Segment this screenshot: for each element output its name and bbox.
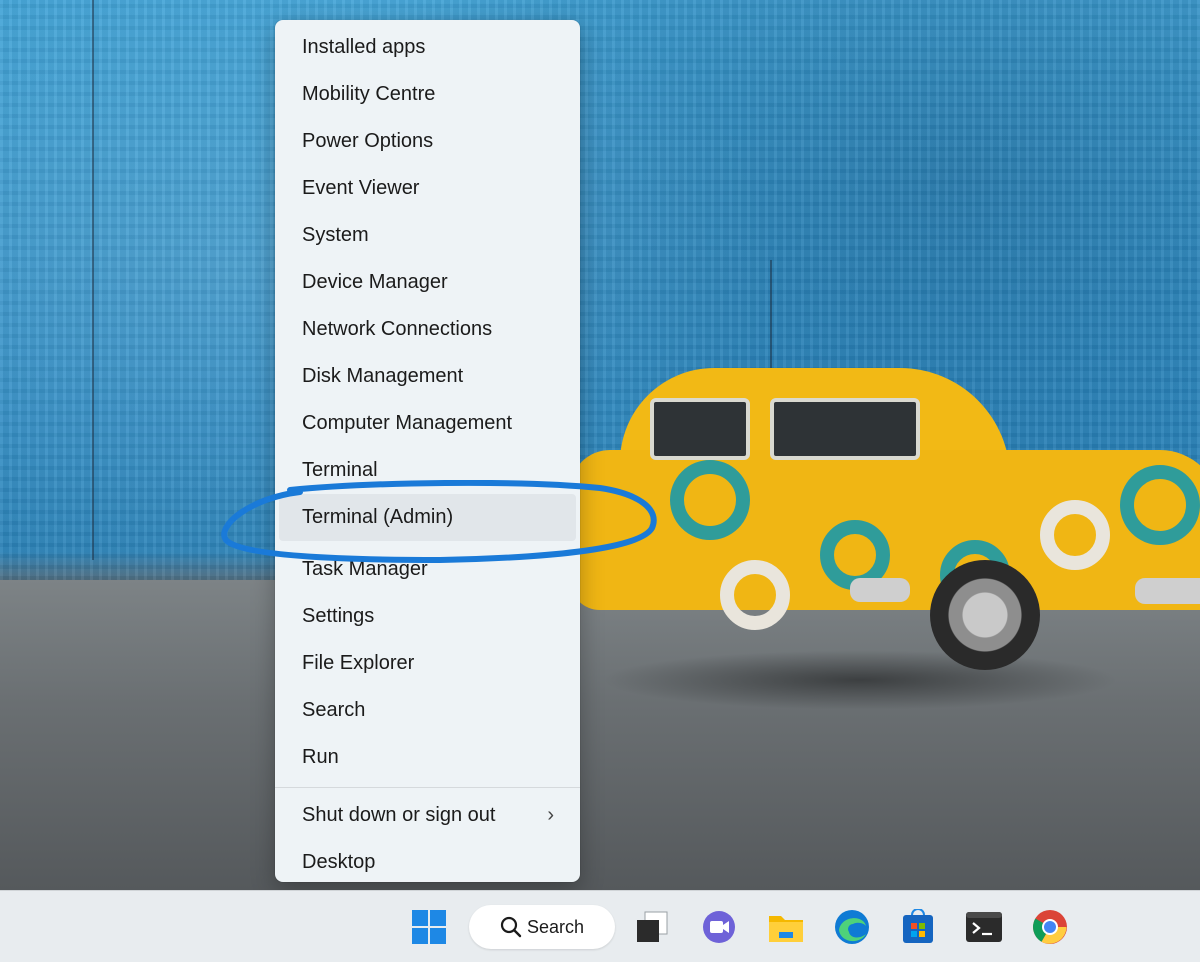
- menu-item-label: Device Manager: [302, 271, 448, 293]
- car-window: [650, 398, 750, 460]
- menu-item-label: File Explorer: [302, 652, 415, 674]
- chrome-icon: [1033, 910, 1067, 944]
- terminal-button[interactable]: [961, 905, 1007, 949]
- chrome-button[interactable]: [1027, 905, 1073, 949]
- menu-separator: [275, 787, 580, 788]
- menu-item-terminal[interactable]: Terminal: [279, 447, 576, 494]
- menu-item-label: Event Viewer: [302, 177, 420, 199]
- menu-item-label: Search: [302, 699, 366, 721]
- desktop-wallpaper: [0, 0, 1200, 890]
- chevron-right-icon: ›: [547, 804, 554, 826]
- terminal-icon: [966, 912, 1002, 942]
- yellow-car-image: [560, 360, 1200, 690]
- meet-icon: [703, 911, 735, 943]
- car-bumper: [850, 578, 910, 602]
- menu-item-label: Desktop: [302, 851, 376, 873]
- store-icon: [903, 909, 933, 943]
- car-bumper: [1135, 578, 1200, 604]
- taskbar: Search: [0, 890, 1200, 962]
- menu-item-label: Installed apps: [302, 36, 426, 58]
- car-decoration: [720, 560, 790, 630]
- menu-item-shut-down-or-sign-out[interactable]: Shut down or sign out ›: [279, 792, 576, 839]
- car-decoration: [670, 460, 750, 540]
- menu-item-event-viewer[interactable]: Event Viewer: [279, 165, 576, 212]
- search-label: Search: [527, 916, 585, 937]
- start-icon: [412, 910, 446, 944]
- menu-item-file-explorer[interactable]: File Explorer: [279, 640, 576, 687]
- menu-item-power-options[interactable]: Power Options: [279, 118, 576, 165]
- menu-item-disk-management[interactable]: Disk Management: [279, 353, 576, 400]
- menu-item-system[interactable]: System: [279, 212, 576, 259]
- car-decoration: [1040, 500, 1110, 570]
- car-decoration: [1120, 465, 1200, 545]
- taskbar-search-box[interactable]: Search: [469, 905, 615, 949]
- car-wheel: [930, 560, 1040, 670]
- file-explorer-button[interactable]: [763, 905, 809, 949]
- edge-icon: [835, 910, 869, 944]
- power-user-menu: Installed apps Mobility Centre Power Opt…: [275, 20, 580, 882]
- menu-item-mobility-centre[interactable]: Mobility Centre: [279, 71, 576, 118]
- store-button[interactable]: [895, 905, 941, 949]
- file-explorer-icon: [769, 916, 803, 942]
- menu-item-network-connections[interactable]: Network Connections: [279, 306, 576, 353]
- menu-item-desktop[interactable]: Desktop: [279, 839, 576, 886]
- car-window: [770, 398, 920, 460]
- menu-item-label: Task Manager: [302, 558, 428, 580]
- menu-item-label: Shut down or sign out: [302, 804, 496, 826]
- menu-item-settings[interactable]: Settings: [279, 593, 576, 640]
- menu-item-computer-management[interactable]: Computer Management: [279, 400, 576, 447]
- menu-item-label: Terminal (Admin): [302, 506, 454, 528]
- edge-button[interactable]: [829, 905, 875, 949]
- search-icon: [500, 916, 522, 938]
- menu-item-label: Computer Management: [302, 412, 513, 434]
- menu-item-run[interactable]: Run: [279, 734, 576, 781]
- menu-item-device-manager[interactable]: Device Manager: [279, 259, 576, 306]
- menu-item-label: Run: [302, 746, 339, 768]
- menu-item-task-manager[interactable]: Task Manager: [279, 546, 576, 593]
- task-view-icon: [637, 911, 668, 942]
- menu-item-label: Settings: [302, 605, 375, 627]
- menu-item-label: Power Options: [302, 130, 434, 152]
- menu-item-label: Disk Management: [302, 365, 464, 387]
- menu-item-label: Terminal: [302, 459, 378, 481]
- menu-item-label: Mobility Centre: [302, 83, 436, 105]
- wall-crack: [92, 0, 94, 560]
- menu-item-label: Network Connections: [302, 318, 493, 340]
- start-button[interactable]: [406, 905, 452, 949]
- menu-item-terminal-admin[interactable]: Terminal (Admin): [279, 494, 576, 541]
- menu-item-installed-apps[interactable]: Installed apps: [279, 24, 576, 71]
- task-view-button[interactable]: [629, 905, 675, 949]
- menu-item-search[interactable]: Search: [279, 687, 576, 734]
- menu-item-label: System: [302, 224, 369, 246]
- meet-button[interactable]: [696, 905, 742, 949]
